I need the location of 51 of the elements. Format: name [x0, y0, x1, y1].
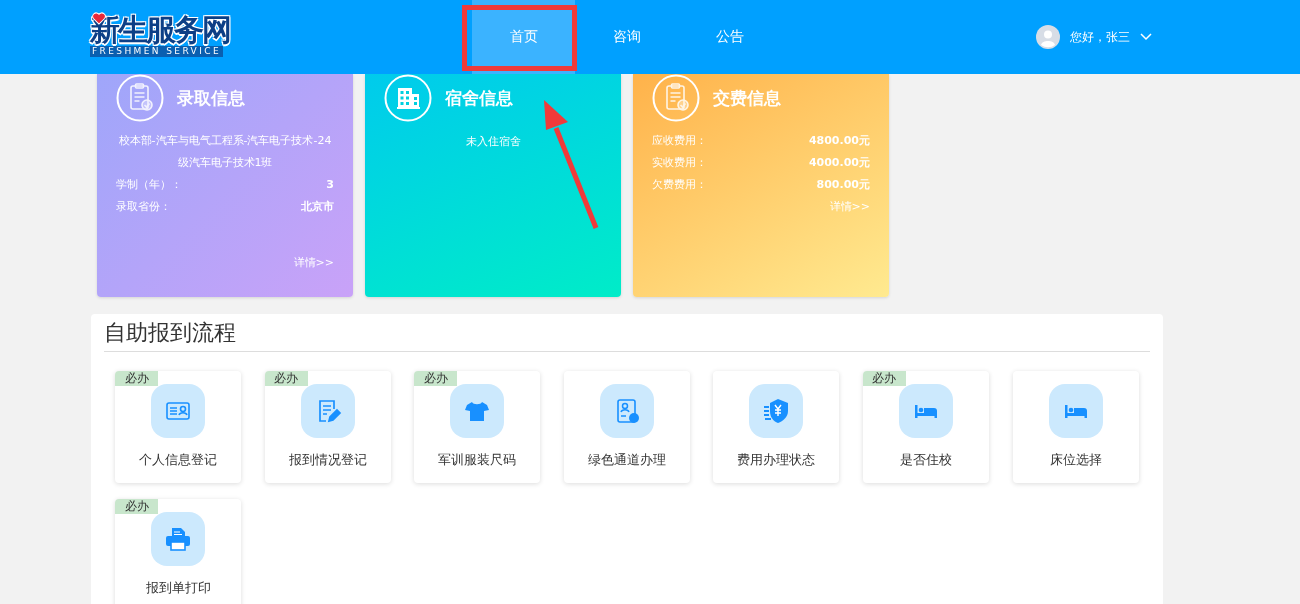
section-title: 自助报到流程	[104, 314, 1150, 352]
step-label: 费用办理状态	[737, 451, 816, 469]
step-tile[interactable]: 必办 是否住校	[862, 371, 989, 483]
chevron-down-icon[interactable]	[1140, 33, 1152, 41]
step-label: 报到情况登记	[288, 451, 367, 469]
shirt-icon	[450, 384, 505, 438]
info-label: 应收费用：	[652, 133, 707, 149]
bed-icon	[1048, 384, 1103, 438]
clipboard-check-icon	[652, 74, 700, 122]
step-label: 报到单打印	[145, 579, 211, 597]
yuan-icon	[749, 384, 804, 438]
step-label: 军训服装尺码	[438, 451, 517, 469]
required-badge: 必办	[414, 371, 458, 386]
step-tile[interactable]: 床位选择	[1012, 371, 1139, 483]
card-note: 未入住宿舍	[464, 134, 522, 149]
info-label: 欠费费用：	[652, 177, 707, 193]
avatar-icon[interactable]	[1036, 25, 1060, 49]
info-label: 学制（年）：	[116, 177, 182, 193]
building-icon	[384, 74, 432, 122]
card-title: 交费信息	[713, 86, 781, 110]
info-value: 4800.00元	[808, 133, 870, 149]
step-tile[interactable]: 费用办理状态	[713, 371, 840, 483]
form-icon	[300, 384, 355, 438]
id-card-icon	[151, 384, 205, 438]
step-tile[interactable]: 必办 个人信息登记	[115, 371, 241, 483]
profile-icon	[599, 384, 654, 438]
info-label: 实收费用：	[652, 155, 707, 171]
info-label: 录取省份：	[116, 199, 171, 215]
step-label: 个人信息登记	[139, 451, 217, 469]
card-title: 宿舍信息	[445, 86, 513, 110]
step-label: 是否住校	[899, 451, 952, 469]
info-value: 3	[326, 177, 334, 193]
step-label: 床位选择	[1049, 451, 1102, 469]
step-tile[interactable]: 必办 报到单打印	[115, 499, 241, 604]
step-tile[interactable]: 绿色通道办理	[563, 371, 690, 483]
heart-icon	[92, 11, 106, 25]
printer-icon	[151, 512, 205, 566]
card-description: 校本部-汽车与电气工程系-汽车电子技术-24级汽车电子技术1班	[117, 133, 333, 171]
step-tile[interactable]: 必办 军训服装尺码	[414, 371, 541, 483]
required-badge: 必办	[115, 499, 158, 514]
info-value: 北京市	[301, 199, 334, 215]
step-label: 绿色通道办理	[587, 451, 666, 469]
card-title: 录取信息	[177, 86, 245, 110]
bed-icon	[898, 384, 953, 438]
required-badge: 必办	[862, 371, 906, 386]
clipboard-check-icon	[116, 74, 164, 122]
required-badge: 必办	[264, 371, 308, 386]
info-value: 800.00元	[816, 177, 870, 193]
info-value: 4000.00元	[808, 155, 870, 171]
step-tile[interactable]: 必办 报到情况登记	[264, 371, 391, 483]
required-badge: 必办	[115, 371, 158, 386]
